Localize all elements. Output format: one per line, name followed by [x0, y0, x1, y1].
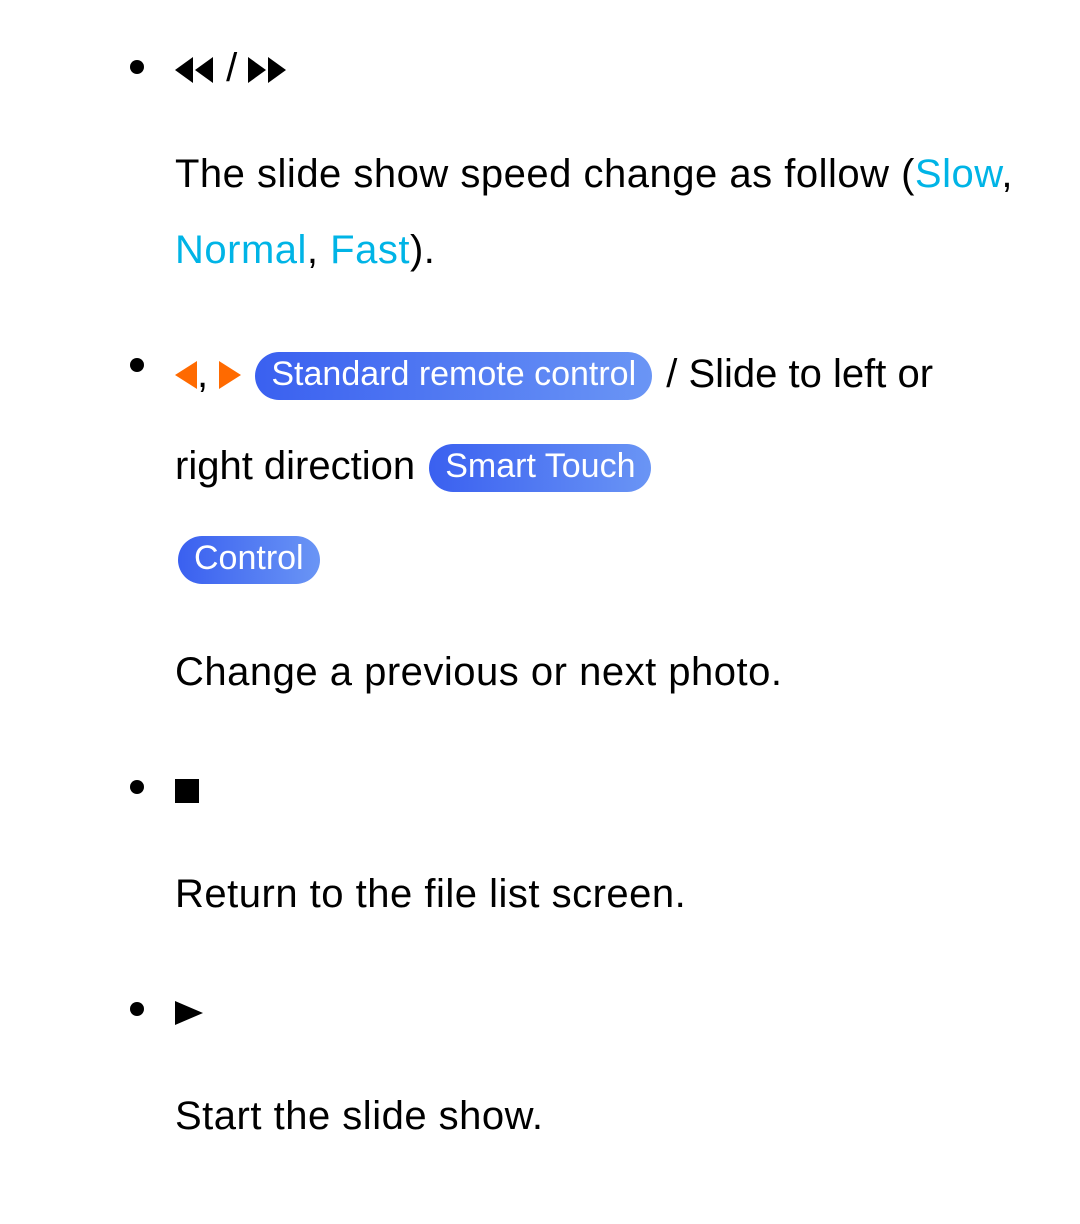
item-heading [175, 972, 1020, 1048]
list-item: / The slide show speed change as follow … [60, 30, 1020, 288]
item-heading: / [175, 30, 1020, 106]
speed-fast: Fast [330, 228, 410, 272]
pill-standard-remote: Standard remote control [255, 352, 652, 400]
sep: , [307, 228, 330, 272]
item-description: Return to the file list screen. [175, 856, 1020, 932]
item-description: Start the slide show. [175, 1078, 1020, 1154]
desc-text: ). [410, 228, 435, 272]
list-item: Return to the file list screen. [60, 750, 1020, 932]
play-icon [175, 1001, 203, 1025]
item-heading: , Standard remote control / Slide to lef… [175, 328, 1020, 604]
document-page: / The slide show speed change as follow … [0, 0, 1080, 1224]
speed-slow: Slow [915, 152, 1002, 196]
item-description: Change a previous or next photo. [175, 634, 1020, 710]
pill-smart-touch: Smart Touch [429, 444, 651, 492]
list-item: Start the slide show. [60, 972, 1020, 1154]
fast-forward-icon [248, 57, 288, 83]
stop-icon [175, 779, 199, 803]
item-heading [175, 750, 1020, 826]
item-description: The slide show speed change as follow (S… [175, 136, 1020, 288]
list-item: , Standard remote control / Slide to lef… [60, 328, 1020, 710]
arrow-left-icon [175, 361, 197, 389]
rewind-icon [175, 57, 215, 83]
desc-text: The slide show speed change as follow ( [175, 152, 915, 196]
pill-control: Control [178, 536, 320, 584]
bullet-list: / The slide show speed change as follow … [60, 30, 1020, 1154]
arrow-right-icon [219, 361, 241, 389]
arrow-separator: , [197, 352, 208, 396]
sep: , [1001, 152, 1013, 196]
speed-normal: Normal [175, 228, 307, 272]
icon-separator: / [226, 46, 237, 90]
